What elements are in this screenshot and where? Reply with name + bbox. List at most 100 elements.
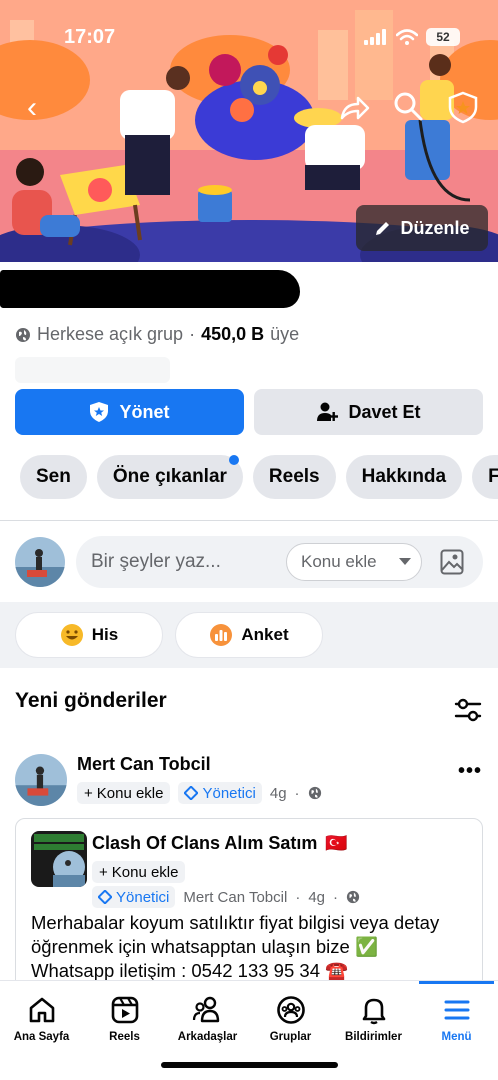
smiley-icon [60, 624, 83, 646]
status-icons: 52 [364, 28, 460, 46]
topic-label: Konu ekle [111, 863, 179, 881]
plus-icon: + [99, 863, 108, 881]
post-author[interactable]: Mert Can Tobcil [77, 754, 211, 775]
add-topic-dropdown[interactable]: Konu ekle [286, 543, 422, 581]
member-avatars-placeholder [15, 357, 170, 383]
nav-label: Bildirimler [345, 1031, 402, 1043]
nav-home[interactable]: Ana Sayfa [0, 981, 83, 1051]
globe-icon [16, 327, 30, 342]
shared-meta: Yönetici Mert Can Tobcil · 4g · [92, 886, 360, 908]
notification-dot [228, 455, 239, 465]
edit-cover-label: Düzenle [400, 217, 470, 238]
nav-label: Arkadaşlar [177, 1031, 238, 1043]
feeling-label: His [91, 625, 119, 644]
reels-icon [111, 996, 138, 1024]
shared-time[interactable]: 4g [308, 889, 325, 906]
group-thumbnail-image [31, 831, 87, 887]
poll-icon [210, 624, 233, 646]
battery-icon: 52 [426, 28, 460, 46]
composer-placeholder: Bir şeyler yaz... [91, 551, 221, 572]
avatar-photo [15, 754, 67, 806]
poll-button[interactable]: Anket [175, 612, 323, 658]
tab-about[interactable]: Hakkında [345, 455, 463, 499]
status-time: 17:07 [64, 26, 116, 48]
add-topic-button[interactable]: + Konu ekle [92, 861, 186, 883]
composer-input[interactable]: Bir şeyler yaz... Konu ekle [76, 536, 483, 588]
dot-separator: · [294, 784, 300, 802]
nav-menu[interactable]: Menü [415, 981, 498, 1051]
invite-button[interactable]: Davet Et [254, 389, 483, 435]
admin-diamond-icon [184, 786, 199, 800]
tab-featured[interactable]: Öne çıkanlar [96, 455, 243, 499]
signal-icon [364, 29, 386, 45]
back-icon[interactable]: ‹ [14, 90, 50, 126]
nav-notifications[interactable]: Bildirimler [332, 981, 415, 1051]
tab-more[interactable]: Fo [472, 455, 498, 499]
shared-topic-row: + Konu ekle [92, 861, 186, 883]
divider [0, 520, 498, 521]
post-text-line: Merhabalar koyum satılıktır fiyat bilgis… [31, 912, 440, 933]
group-name-text: Clash Of Clans Alım Satım [92, 833, 318, 853]
member-count[interactable]: 450,0 B [201, 324, 264, 345]
meta-separator: · [189, 324, 196, 344]
tab-label: Sen [36, 466, 71, 487]
menu-icon [444, 1000, 469, 1020]
tab-label: Hakkında [361, 466, 447, 487]
share-icon[interactable] [336, 90, 372, 126]
poll-label: Anket [241, 625, 289, 644]
more-options-icon[interactable]: ••• [458, 760, 482, 783]
globe-icon [308, 786, 321, 800]
redacted-group-name [0, 270, 300, 308]
shared-post-text: Merhabalar koyum satılıktır fiyat bilgis… [31, 911, 471, 983]
photo-icon[interactable] [440, 549, 464, 575]
tab-you[interactable]: Sen [20, 455, 87, 499]
tab-reels[interactable]: Reels [252, 455, 336, 499]
nav-label: Ana Sayfa [13, 1031, 70, 1043]
tab-label: Öne çıkanlar [112, 466, 227, 487]
home-indicator[interactable] [161, 1062, 338, 1068]
home-icon [29, 997, 54, 1023]
section-title: Yeni gönderiler [15, 689, 167, 712]
role-label: Yönetici [202, 784, 256, 802]
topic-label: Konu ekle [301, 552, 377, 571]
group-tabs: Sen Öne çıkanlar Reels Hakkında Fo [20, 455, 498, 499]
avatar[interactable] [15, 754, 67, 806]
tab-label: Reels [268, 466, 320, 487]
turkey-flag-icon: 🇹🇷 [325, 833, 348, 853]
tab-label: Fo [488, 466, 498, 487]
manage-label: Yönet [119, 401, 170, 422]
edit-cover-button[interactable]: Düzenle [356, 205, 488, 251]
shared-group-name[interactable]: Clash Of Clans Alım Satım 🇹🇷 [92, 833, 348, 854]
shield-icon[interactable] [446, 90, 480, 124]
avatar-photo [15, 537, 65, 587]
status-bar: 17:07 52 [0, 0, 498, 60]
cover-photo[interactable]: 17:07 52 ‹ Düzenle [0, 0, 498, 262]
group-actions: Yönet Davet Et [15, 389, 483, 435]
privacy-label: Herkese açık grup [37, 324, 184, 344]
manage-button[interactable]: Yönet [15, 389, 244, 435]
group-meta: Herkese açık grup · 450,0 B üye [15, 324, 299, 345]
admin-badge: Yönetici [178, 782, 262, 804]
post-text-line: öğrenmek için whatsapptan ulaşın bize ✅ [31, 936, 378, 957]
feeling-button[interactable]: His [15, 612, 163, 658]
nav-label: Gruplar [269, 1031, 312, 1043]
nav-label: Menü [441, 1031, 472, 1043]
shared-author[interactable]: Mert Can Tobcil [183, 889, 287, 906]
nav-friends[interactable]: Arkadaşlar [166, 981, 249, 1051]
admin-shield-icon [90, 402, 109, 422]
add-topic-button[interactable]: + Konu ekle [77, 782, 171, 804]
chevron-down-icon [398, 558, 411, 565]
avatar[interactable] [15, 537, 65, 587]
post-time[interactable]: 4g [270, 785, 287, 802]
search-icon[interactable] [392, 90, 424, 122]
groups-icon [276, 996, 305, 1024]
post-meta: + Konu ekle Yönetici 4g · [77, 782, 322, 804]
member-suffix: üye [270, 324, 300, 344]
nav-reels[interactable]: Reels [83, 981, 166, 1051]
topic-label: Konu ekle [96, 784, 164, 802]
nav-groups[interactable]: Gruplar [249, 981, 332, 1051]
group-thumbnail [31, 831, 87, 887]
filter-icon[interactable] [454, 697, 482, 723]
globe-icon [346, 890, 360, 904]
add-person-icon [317, 402, 339, 421]
